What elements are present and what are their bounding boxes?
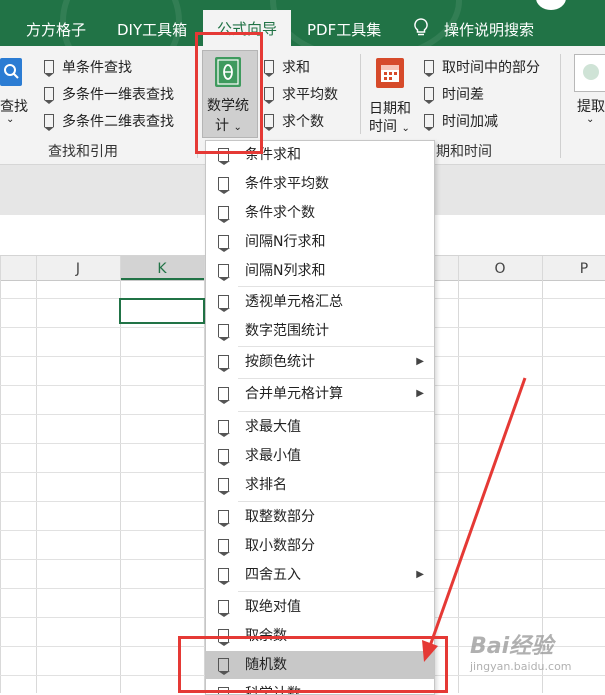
watermark: Bai经验 jingyan.baidu.com bbox=[470, 634, 572, 673]
annotation-arrow bbox=[422, 377, 527, 662]
